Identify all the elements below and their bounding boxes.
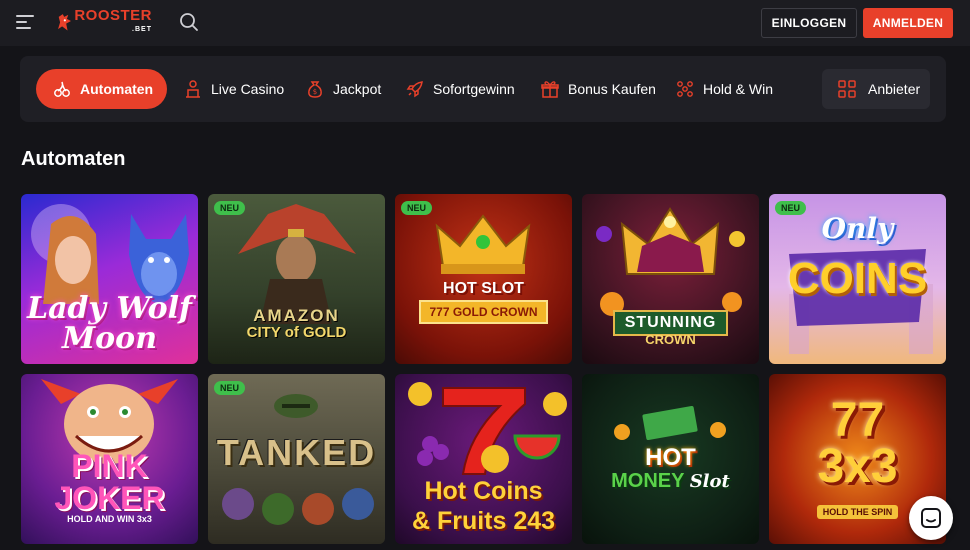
game-tile-77-3x3[interactable]: 77 3x3 HOLD THE SPIN (769, 374, 946, 544)
scroll-fade (790, 56, 822, 122)
game-tile-hot-slot[interactable]: NEU HOT SLOT 777 GOLD CROWN (395, 194, 572, 364)
category-label: Sofortgewinn (433, 81, 515, 97)
logo[interactable]: ROOSTER .BET (56, 6, 152, 40)
dealer-icon (186, 80, 200, 98)
game-title: HOT SLOT (443, 280, 524, 297)
crown-art (435, 214, 531, 274)
game-subtitle-script: Slot (689, 471, 730, 492)
game-tile-amazon-city-of-gold[interactable]: NEU AMAZON CITY of GOLD (208, 194, 385, 364)
new-badge: NEU (401, 201, 433, 215)
login-button[interactable]: EINLOGGEN (761, 8, 857, 38)
logo-text: ROOSTER (74, 7, 152, 24)
category-automaten[interactable]: Automaten (36, 69, 168, 109)
category-bonus-kaufen[interactable]: Bonus Kaufen (540, 69, 656, 109)
game-title: Hot Coins (424, 477, 543, 505)
rooster-logo-icon (58, 14, 71, 31)
game-title: HOT (645, 444, 696, 471)
game-tile-hot-money[interactable]: HOT MONEY Slot (582, 374, 759, 544)
game-subtitle: HOLD THE SPIN (816, 505, 899, 519)
svg-text:$: $ (313, 88, 317, 96)
category-label: Jackpot (333, 81, 382, 97)
game-title: 3x3 (817, 440, 898, 493)
game-title: TANKED (216, 432, 377, 473)
game-tile-tanked[interactable]: NEU TANKED (208, 374, 385, 544)
game-title: JOKER (54, 480, 165, 516)
category-live-casino[interactable]: Live Casino (183, 69, 284, 109)
category-label: Bonus Kaufen (568, 81, 656, 97)
game-title: AMAZON (253, 306, 340, 325)
game-subtitle: CROWN (645, 332, 696, 347)
new-badge: NEU (214, 201, 246, 215)
top-bar: ROOSTER .BET EINLOGGEN ANMELDEN (0, 0, 970, 46)
game-tile-only-coins[interactable]: NEU Only COINS (769, 194, 946, 364)
game-title: Moon (61, 321, 158, 356)
category-hold-win[interactable]: Hold & Win (675, 69, 773, 109)
game-title: Only (821, 212, 894, 245)
game-tile-hot-coins-fruits[interactable]: Hot Coins & Fruits 243 (395, 374, 572, 544)
category-jackpot[interactable]: $ Jackpot (305, 69, 381, 109)
moneybag-icon: $ (308, 81, 322, 98)
dots-icon (677, 81, 693, 97)
game-subtitle: 777 GOLD CROWN (419, 300, 548, 324)
menu-icon[interactable] (16, 15, 34, 29)
game-tile-stunning-crown[interactable]: STUNNING CROWN (582, 194, 759, 364)
new-badge: NEU (214, 381, 246, 395)
new-badge: NEU (775, 201, 807, 215)
cherries-icon (54, 81, 70, 97)
provider-label: Anbieter (868, 81, 921, 97)
category-sofortgewinn[interactable]: Sofortgewinn (405, 69, 515, 109)
game-subtitle: MONEY (611, 470, 685, 492)
game-subtitle: HOLD AND WIN 3x3 (67, 514, 152, 524)
provider-button[interactable]: Anbieter (822, 69, 930, 109)
game-tile-lady-wolf-moon[interactable]: Lady Wolf Moon (21, 194, 198, 364)
search-icon[interactable] (179, 12, 199, 32)
game-title: & Fruits 243 (411, 507, 556, 535)
category-bar: Automaten Live Casino $ Jackpot Sofortge… (20, 56, 946, 122)
section-title: Automaten (21, 148, 126, 170)
register-button[interactable]: ANMELDEN (863, 8, 953, 38)
game-subtitle: COINS (787, 254, 928, 303)
grid-icon (838, 80, 856, 98)
logo-sub: .BET (132, 26, 152, 33)
game-title: PINK (71, 448, 148, 484)
game-subtitle: CITY of GOLD (246, 324, 347, 341)
category-label: Hold & Win (703, 81, 774, 97)
category-label: Live Casino (211, 81, 285, 97)
rocket-icon (406, 81, 423, 98)
gift-icon (541, 81, 559, 98)
category-label: Automaten (80, 81, 154, 97)
game-tile-pink-joker[interactable]: PINK JOKER HOLD AND WIN 3x3 (21, 374, 198, 544)
